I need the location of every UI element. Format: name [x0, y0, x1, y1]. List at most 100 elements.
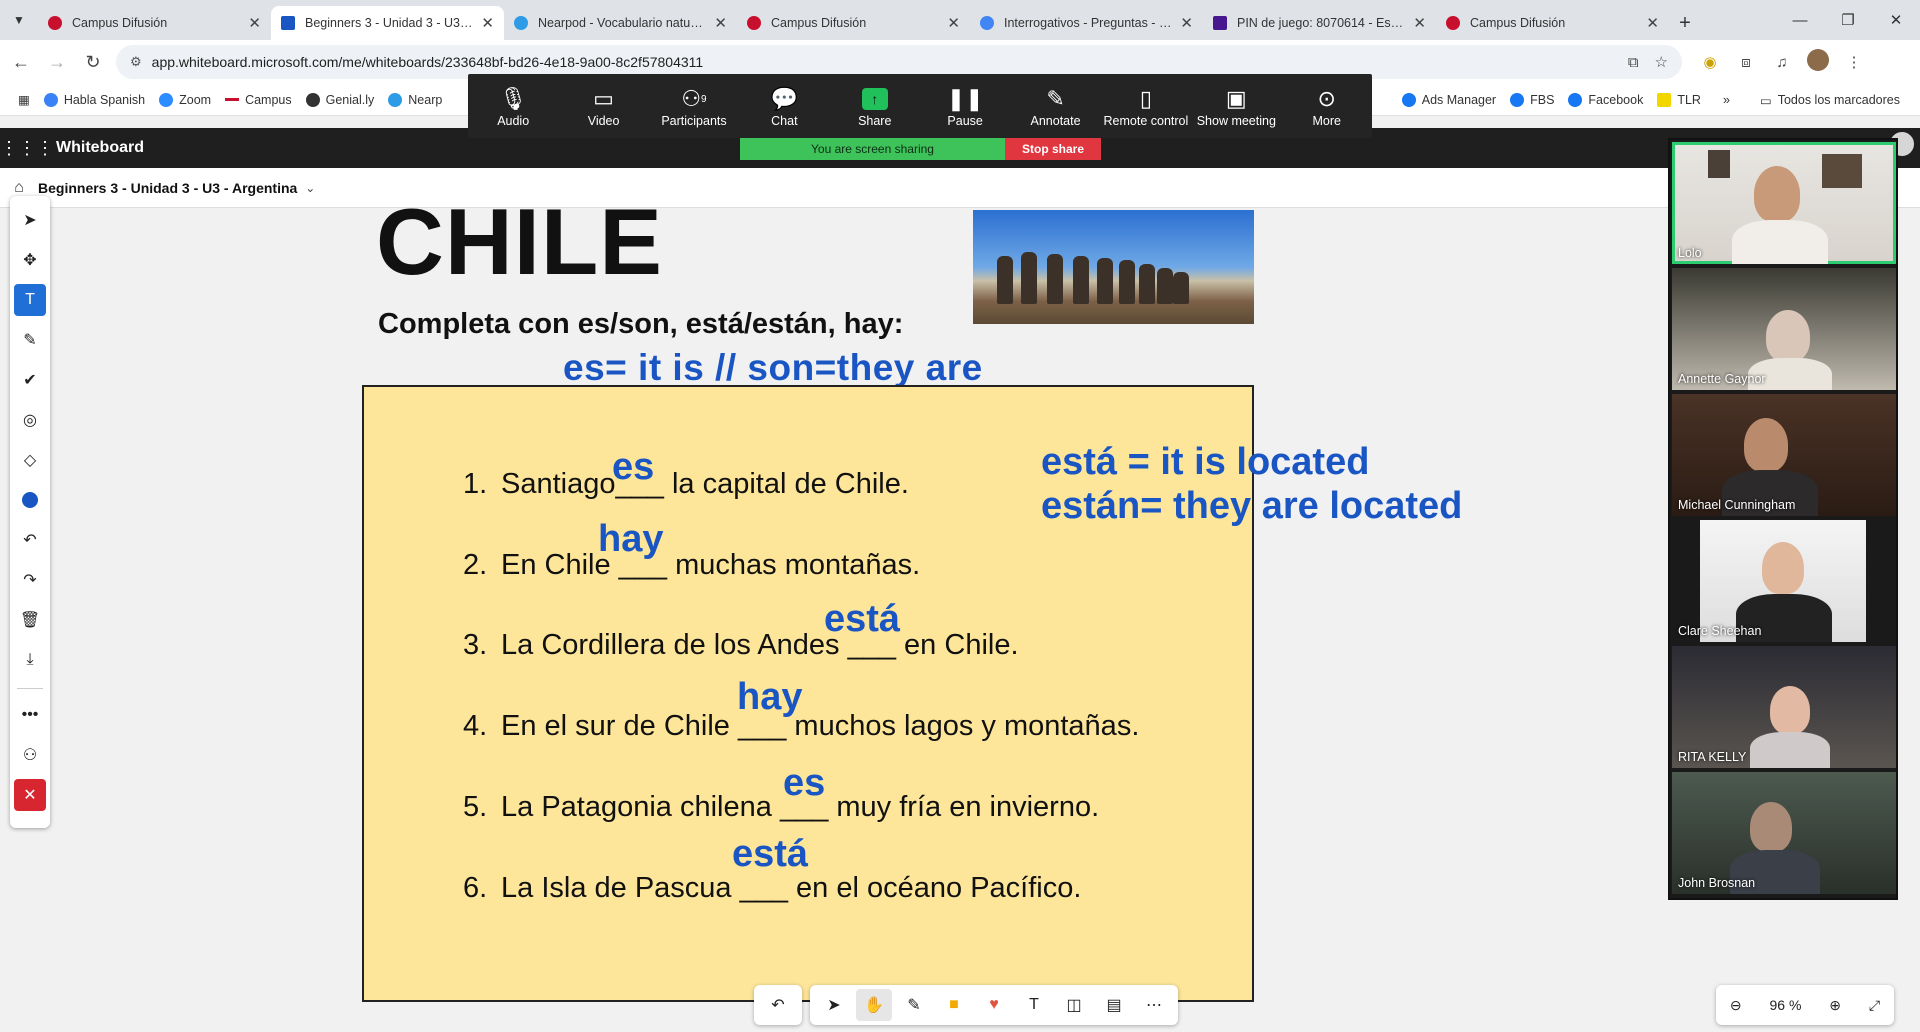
app-launcher-icon[interactable]: ⋮⋮⋮ — [0, 138, 54, 159]
chat-button[interactable]: 💬 Chat — [740, 84, 828, 128]
board-name[interactable]: Beginners 3 - Unidad 3 - U3 - Argentina — [38, 180, 297, 196]
bookmark-item[interactable]: Nearp — [388, 92, 442, 107]
bookmark-item[interactable]: Campus — [225, 93, 292, 107]
select-arrow-icon[interactable]: ➤ — [14, 204, 46, 236]
close-tab-icon[interactable]: ✕ — [1646, 14, 1659, 32]
save-download-icon[interactable]: ⤓ — [14, 644, 46, 676]
media-control-icon[interactable]: ♫ — [1764, 54, 1800, 71]
settings-user-icon[interactable]: ⚇ — [14, 739, 46, 771]
browser-tab[interactable]: Nearpod - Vocabulario naturale ✕ — [504, 6, 737, 40]
eraser-icon[interactable]: ◇ — [14, 444, 46, 476]
redo-icon[interactable]: ↷ — [14, 564, 46, 596]
video-tile[interactable]: Clare Sheehan — [1672, 520, 1896, 642]
close-window-icon[interactable]: ✕ — [1872, 0, 1920, 40]
undo-icon[interactable]: ↶ — [14, 524, 46, 556]
close-tab-icon[interactable]: ✕ — [248, 14, 261, 32]
bookmark-item[interactable]: Facebook — [1568, 93, 1643, 107]
bookmark-item[interactable]: FBS — [1510, 93, 1554, 107]
handwritten-answer[interactable]: es — [612, 446, 654, 489]
close-tab-icon[interactable]: ✕ — [481, 14, 494, 32]
minimize-icon[interactable]: — — [1776, 0, 1824, 40]
move-icon[interactable]: ✥ — [14, 244, 46, 276]
handwritten-answer[interactable]: hay — [737, 676, 802, 719]
browser-tab[interactable]: Campus Difusión ✕ — [1436, 6, 1669, 40]
reload-icon[interactable]: ↻ — [78, 52, 108, 73]
handwritten-answer[interactable]: es — [783, 762, 825, 805]
apps-grid-icon[interactable]: ▦ — [18, 92, 30, 107]
zoom-level[interactable]: 96 % — [1770, 997, 1802, 1013]
video-tile[interactable]: Michael Cunningham — [1672, 394, 1896, 516]
site-info-icon[interactable]: ⚙ — [130, 54, 142, 70]
trash-icon[interactable]: 🗑 — [14, 604, 46, 636]
sharing-status[interactable]: You are screen sharing — [740, 138, 1005, 160]
more-button[interactable]: ⊙ More — [1283, 84, 1371, 128]
color-picker-icon[interactable] — [14, 484, 46, 516]
close-tab-icon[interactable]: ✕ — [1413, 14, 1426, 32]
restore-icon[interactable]: ❐ — [1824, 0, 1872, 40]
more-bookmarks-icon[interactable]: » — [1723, 93, 1730, 107]
close-annotation-icon[interactable]: ✕ — [14, 779, 46, 811]
participants-button[interactable]: ⚇ 9 Participants — [650, 84, 738, 128]
close-tab-icon[interactable]: ✕ — [947, 14, 960, 32]
remote-control-button[interactable]: ▯ Remote control — [1102, 84, 1190, 128]
chevron-down-icon[interactable]: ⌄ — [305, 181, 315, 195]
annotate-button[interactable]: ✎ Annotate — [1012, 84, 1100, 128]
browser-tab[interactable]: Campus Difusión ✕ — [38, 6, 271, 40]
handwritten-answer[interactable]: está — [824, 598, 900, 641]
close-tab-icon[interactable]: ✕ — [1180, 14, 1193, 32]
install-app-icon[interactable]: ⧉ — [1628, 54, 1639, 71]
bookmark-folder[interactable]: ▭ Todos los marcadores — [1760, 93, 1900, 108]
reaction-heart-icon[interactable]: ♥ — [976, 989, 1012, 1021]
hand-icon[interactable]: ✋ — [856, 989, 892, 1021]
browser-tab[interactable]: PIN de juego: 8070614 - Espera ✕ — [1203, 6, 1436, 40]
video-button[interactable]: ▭ Video — [560, 84, 648, 128]
profile-avatar[interactable] — [1800, 49, 1836, 75]
video-tile[interactable]: RITA KELLY — [1672, 646, 1896, 768]
url-text[interactable]: app.whiteboard.microsoft.com/me/whiteboa… — [152, 54, 1612, 70]
handwritten-answer[interactable]: hay — [598, 518, 663, 561]
new-tab-button[interactable]: + — [1669, 6, 1701, 40]
shapes-icon[interactable]: ◫ — [1056, 989, 1092, 1021]
forward-icon[interactable]: → — [42, 52, 72, 73]
share-button[interactable]: ↑ Share — [831, 84, 919, 128]
pause-button[interactable]: ❚❚ Pause — [921, 84, 1009, 128]
extension-icon[interactable]: ◉ — [1692, 53, 1728, 71]
tab-search-icon[interactable]: ▼ — [0, 0, 38, 40]
handwritten-answer[interactable]: está — [732, 833, 808, 876]
templates-icon[interactable]: ▤ — [1096, 989, 1132, 1021]
extensions-puzzle-icon[interactable]: ⧈ — [1728, 54, 1764, 71]
stop-share-button[interactable]: Stop share — [1005, 138, 1101, 160]
select-icon[interactable]: ➤ — [816, 989, 852, 1021]
video-tile[interactable]: John Brosnan — [1672, 772, 1896, 894]
browser-tab[interactable]: Campus Difusión ✕ — [737, 6, 970, 40]
bookmark-item[interactable]: Genial.ly — [305, 92, 374, 107]
text-tool-icon[interactable]: T — [14, 284, 46, 316]
zoom-in-icon[interactable]: ⊕ — [1829, 997, 1841, 1014]
browser-tab-active[interactable]: Beginners 3 - Unidad 3 - U3 - A ✕ — [271, 6, 504, 40]
browser-tab[interactable]: Interrogativos - Preguntas - Un ✕ — [970, 6, 1203, 40]
video-tile[interactable]: Lolo — [1672, 142, 1896, 264]
bookmark-item[interactable]: Ads Manager — [1401, 93, 1496, 107]
spotlight-icon[interactable]: ◎ — [14, 404, 46, 436]
bookmark-item[interactable]: Zoom — [159, 92, 211, 107]
undo-icon[interactable]: ↶ — [760, 989, 796, 1021]
text-icon[interactable]: T — [1016, 989, 1052, 1021]
show-meeting-button[interactable]: ▣ Show meeting — [1192, 84, 1280, 128]
audio-button[interactable]: 🎙 Audio — [469, 84, 557, 128]
video-tile[interactable]: Annette Gaynor — [1672, 268, 1896, 390]
home-icon[interactable]: ⌂ — [0, 179, 38, 197]
pen-icon[interactable]: ✎ — [896, 989, 932, 1021]
zoom-out-icon[interactable]: ⊖ — [1730, 997, 1742, 1014]
sticky-note-icon[interactable]: ■ — [936, 989, 972, 1021]
close-tab-icon[interactable]: ✕ — [714, 14, 727, 32]
bookmark-item[interactable]: Habla Spanish — [43, 92, 145, 107]
checkmark-icon[interactable]: ✔ — [14, 364, 46, 396]
pen-icon[interactable]: ✎ — [14, 324, 46, 356]
more-icon[interactable]: ••• — [14, 699, 46, 731]
fit-to-screen-icon[interactable]: ⤢ — [1869, 997, 1880, 1014]
browser-menu-icon[interactable]: ⋮ — [1836, 53, 1872, 71]
bookmark-star-icon[interactable]: ☆ — [1655, 53, 1668, 71]
bookmark-item[interactable]: TLR — [1657, 93, 1701, 107]
more-icon[interactable]: ⋯ — [1136, 989, 1172, 1021]
back-icon[interactable]: ← — [6, 52, 36, 73]
